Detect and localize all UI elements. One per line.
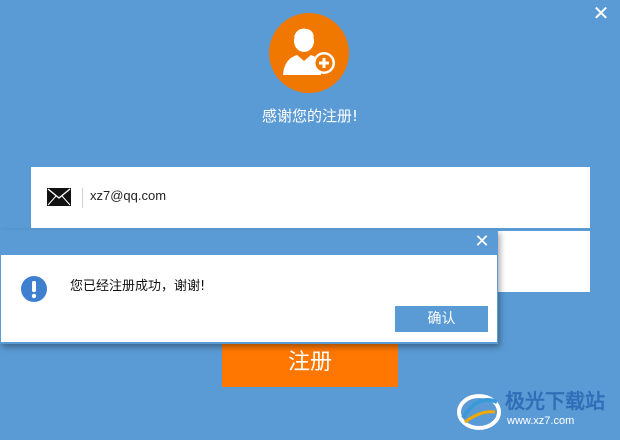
dialog-close-button[interactable]: ✕	[474, 233, 490, 251]
email-value: xz7@qq.com	[90, 188, 167, 203]
window-close-button[interactable]: ✕	[592, 3, 610, 23]
user-add-icon	[269, 13, 349, 93]
confirm-button[interactable]: 确认	[395, 306, 488, 332]
info-icon	[21, 276, 47, 302]
mail-icon	[47, 188, 71, 206]
dialog-message: 您已经注册成功，谢谢!	[70, 279, 206, 294]
watermark-url: www.xz7.com	[507, 415, 575, 427]
thanks-title: 感谢您的注册!	[261, 107, 358, 125]
register-button[interactable]: 注册	[222, 338, 398, 387]
field-separator	[82, 188, 83, 208]
dialog-body: 您已经注册成功，谢谢! 确认	[1, 255, 497, 342]
aurora-logo-icon	[457, 394, 501, 430]
watermark-logo: 极光下载站 www.xz7.com	[455, 386, 615, 436]
watermark-name: 极光下载站	[505, 389, 605, 413]
registration-window: ✕ 感谢您的注册! xz7@qq.com 注册 ✕ 您已经注册成功，谢谢! 确认…	[0, 0, 620, 440]
success-dialog: ✕ 您已经注册成功，谢谢! 确认	[0, 230, 498, 344]
email-field[interactable]: xz7@qq.com	[31, 167, 590, 228]
